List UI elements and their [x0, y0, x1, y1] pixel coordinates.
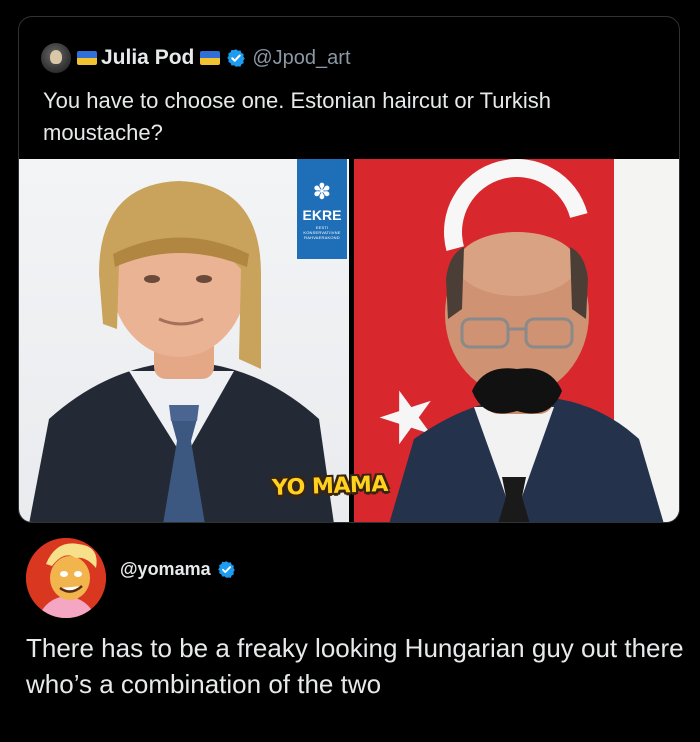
ekre-badge-sublabel: EESTI KONSERVATIIVNE RAHVAERAKOND	[303, 225, 341, 240]
ukraine-flag-icon	[200, 51, 221, 65]
quoted-author-handle[interactable]: @Jpod_art	[252, 47, 350, 70]
yo-mama-watermark: YO MAMA	[271, 471, 389, 502]
estonian-politician-photo[interactable]: ✽ EKRE EESTI KONSERVATIIVNE RAHVAERAKOND	[19, 159, 349, 522]
quoted-post-media[interactable]: ✽ EKRE EESTI KONSERVATIIVNE RAHVAERAKOND…	[19, 159, 679, 522]
reply-header: @yomama	[120, 557, 242, 581]
ekre-party-badge: ✽ EKRE EESTI KONSERVATIIVNE RAHVAERAKOND	[297, 159, 347, 259]
reply-post-text: There has to be a freaky looking Hungari…	[26, 633, 699, 699]
ekre-badge-label: EKRE	[302, 207, 342, 223]
verified-badge-icon	[217, 560, 235, 578]
quoted-author-avatar[interactable]	[41, 43, 71, 73]
reply-author-avatar[interactable]	[26, 538, 106, 618]
quoted-post-text: You have to choose one. Estonian haircut…	[43, 88, 551, 145]
ukraine-flag-icon	[77, 51, 97, 65]
cornflower-icon: ✽	[312, 179, 332, 204]
quoted-post-header: Julia Pod @Jpod_art	[41, 43, 351, 73]
verified-badge-icon	[227, 49, 246, 67]
turkish-politician-photo[interactable]: ★	[354, 159, 679, 522]
reply-author-handle[interactable]: @yomama	[120, 559, 211, 580]
turkish-man-illustration	[389, 232, 664, 522]
quoted-post-card[interactable]: Julia Pod @Jpod_art You have to choose o…	[18, 16, 680, 523]
cartoon-avatar-illustration	[26, 538, 106, 618]
quoted-author-name[interactable]: Julia Pod	[101, 46, 194, 70]
